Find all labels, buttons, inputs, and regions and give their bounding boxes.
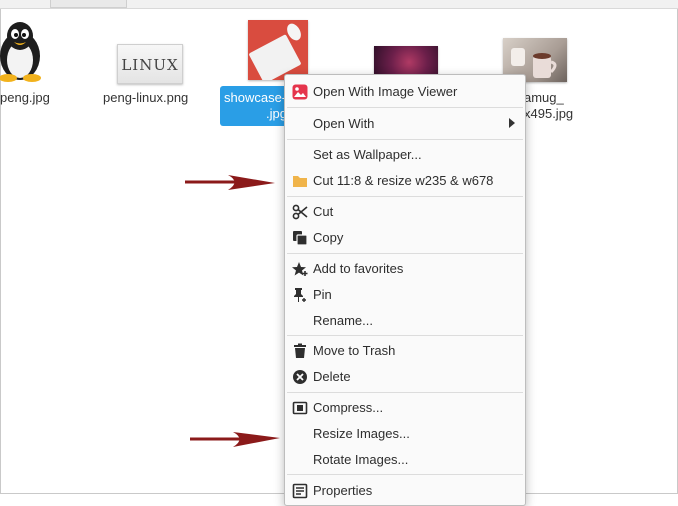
thumbnail-text: LINUX xyxy=(121,56,179,74)
menu-separator xyxy=(287,253,523,254)
menu-item-label: Delete xyxy=(313,369,351,384)
toolbar-strip xyxy=(0,0,678,9)
menu-item-resize-images[interactable]: Resize Images... xyxy=(285,422,525,446)
menu-item-copy[interactable]: Copy xyxy=(285,226,525,250)
annotation-arrow xyxy=(190,432,280,447)
menu-item-label: Add to favorites xyxy=(313,261,404,276)
annotation-arrow xyxy=(185,175,275,190)
menu-item-label: Copy xyxy=(313,230,344,245)
menu-item-label: Properties xyxy=(313,483,373,498)
menu-item-delete[interactable]: Delete xyxy=(285,365,525,389)
menu-item-cut-resize-action[interactable]: Cut 11:8 & resize w235 & w678 xyxy=(285,169,525,193)
linux-thumbnail[interactable]: LINUX xyxy=(117,44,183,84)
menu-item-label: Move to Trash xyxy=(313,343,396,358)
menu-item-label: Resize Images... xyxy=(313,426,410,441)
menu-item-rotate-images[interactable]: Rotate Images... xyxy=(285,448,525,472)
menu-item-properties[interactable]: Properties xyxy=(285,479,525,503)
file-label[interactable]: peng-linux.png xyxy=(103,90,188,106)
star-plus-icon xyxy=(292,262,308,276)
menu-item-label: Cut xyxy=(313,204,334,219)
menu-item-cut[interactable]: Cut xyxy=(285,200,525,224)
menu-item-label: Pin xyxy=(313,287,332,302)
menu-separator xyxy=(287,392,523,393)
pin-icon xyxy=(294,288,306,302)
menu-separator xyxy=(287,196,523,197)
file-label[interactable]: peng.jpg xyxy=(0,90,50,106)
menu-item-label: Rotate Images... xyxy=(313,452,409,467)
menu-separator xyxy=(287,139,523,140)
menu-item-label: Open With Image Viewer xyxy=(313,84,458,99)
keyboard-mouse-graphic xyxy=(248,20,308,80)
menu-separator xyxy=(287,474,523,475)
scissors-icon xyxy=(292,204,308,220)
menu-item-set-as-wallpaper[interactable]: Set as Wallpaper... xyxy=(285,143,525,167)
menu-item-pin[interactable]: Pin xyxy=(285,283,525,307)
file-label-line1: showcase- xyxy=(224,90,287,105)
penguin-thumbnail[interactable] xyxy=(0,20,46,82)
folder-icon xyxy=(293,176,307,187)
menu-item-open-with[interactable]: Open With xyxy=(285,112,525,136)
image-viewer-icon xyxy=(292,84,308,100)
copy-icon xyxy=(293,231,308,246)
delete-icon xyxy=(293,370,307,384)
menu-item-label: Rename... xyxy=(313,313,373,328)
properties-icon xyxy=(292,483,308,499)
trash-icon xyxy=(294,343,306,358)
menu-item-label: Set as Wallpaper... xyxy=(313,147,422,162)
file-label-line2[interactable]: x495.jpg xyxy=(524,106,573,122)
showcase-thumbnail[interactable] xyxy=(248,20,308,80)
context-menu: Open With Image Viewer Open With Set as … xyxy=(284,74,526,506)
menu-separator xyxy=(287,335,523,336)
compress-icon xyxy=(292,401,308,415)
menu-item-open-with-image-viewer[interactable]: Open With Image Viewer xyxy=(285,80,525,104)
file-label-line1[interactable]: amug_ xyxy=(524,90,564,106)
toolbar-tab[interactable] xyxy=(50,0,127,8)
menu-item-rename[interactable]: Rename... xyxy=(285,309,525,333)
menu-item-move-to-trash[interactable]: Move to Trash xyxy=(285,339,525,363)
submenu-arrow-icon xyxy=(509,118,515,128)
menu-separator xyxy=(287,107,523,108)
menu-item-add-to-favorites[interactable]: Add to favorites xyxy=(285,257,525,281)
menu-item-compress[interactable]: Compress... xyxy=(285,396,525,420)
menu-item-label: Cut 11:8 & resize w235 & w678 xyxy=(313,173,494,188)
menu-item-label: Open With xyxy=(313,116,375,131)
menu-item-label: Compress... xyxy=(313,400,384,415)
